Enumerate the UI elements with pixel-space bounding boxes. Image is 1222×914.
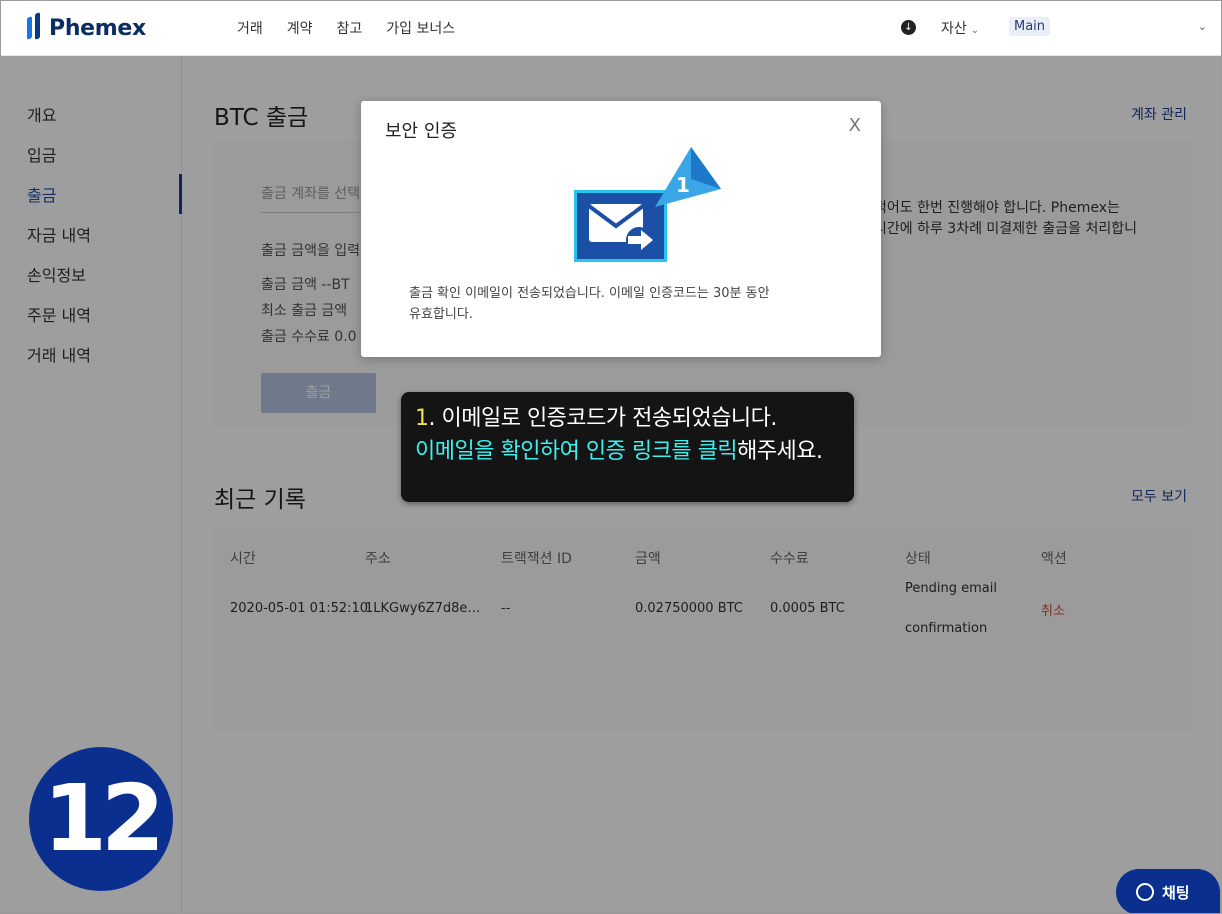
close-icon[interactable]: X — [849, 115, 861, 136]
chevron-down-icon: ⌄ — [970, 25, 980, 36]
phemex-logo-icon — [25, 12, 45, 43]
chat-button[interactable]: 채팅 — [1116, 869, 1220, 913]
callout-line-2-rest: 해주세요. — [737, 439, 823, 464]
brand-name: Phemex — [49, 15, 146, 41]
modal-title: 보안 인증 — [385, 121, 457, 142]
main-nav: 거래 계약 참고 가입 보너스 — [237, 18, 455, 38]
callout-line-2: 이메일을 확인하여 인증 링크를 클릭해주세요. — [415, 435, 854, 468]
account-chevron-down-icon[interactable]: ⌄ — [1198, 20, 1207, 33]
callout-line-1: 1. 이메일로 인증코드가 전송되었습니다. — [415, 402, 854, 435]
modal-message: 출금 확인 이메일이 전송되었습니다. 이메일 인증코드는 30분 동안 유효합… — [409, 283, 839, 325]
nav-item-trade[interactable]: 거래 — [237, 18, 263, 38]
security-verification-modal: 보안 인증 X 출금 확인 이메일이 전송되었습니다. 이메일 인증코드는 30… — [361, 101, 881, 357]
top-header: Phemex 거래 계약 참고 가입 보너스 ↓ 자산 ⌄ Main ⌄ — [1, 1, 1221, 56]
brand-logo[interactable]: Phemex — [25, 12, 146, 43]
header-right: ↓ 자산 ⌄ Main ⌄ — [893, 1, 1221, 56]
instruction-callout: 1. 이메일로 인증코드가 전송되었습니다. 이메일을 확인하여 인증 링크를 … — [401, 392, 854, 502]
chat-label: 채팅 — [1162, 883, 1190, 902]
assets-label: 자산 — [941, 21, 967, 37]
nav-item-contract[interactable]: 계약 — [287, 18, 313, 38]
app-frame: Phemex 거래 계약 참고 가입 보너스 ↓ 자산 ⌄ Main ⌄ 개요 입… — [0, 0, 1222, 914]
account-badge[interactable]: Main — [1009, 17, 1051, 36]
assets-menu[interactable]: 자산 ⌄ — [941, 18, 979, 38]
chat-bubble-icon — [1136, 883, 1154, 901]
nav-item-reference[interactable]: 참고 — [337, 18, 363, 38]
step-number-badge: 12 — [29, 747, 173, 891]
modal-message-line-1: 출금 확인 이메일이 전송되었습니다. 이메일 인증코드는 30분 동안 — [409, 286, 770, 301]
callout-number: 1 — [415, 406, 429, 431]
callout-line-1-text: . 이메일로 인증코드가 전송되었습니다. — [428, 406, 778, 431]
modal-message-line-2: 유효합니다. — [409, 307, 473, 322]
download-icon[interactable]: ↓ — [901, 20, 916, 35]
nav-item-signup-bonus[interactable]: 가입 보너스 — [386, 18, 455, 38]
callout-highlight: 이메일을 확인하여 인증 링크를 클릭 — [415, 439, 738, 464]
step-marker-arrow: 1 — [651, 147, 723, 215]
step-marker-number: 1 — [676, 173, 690, 197]
